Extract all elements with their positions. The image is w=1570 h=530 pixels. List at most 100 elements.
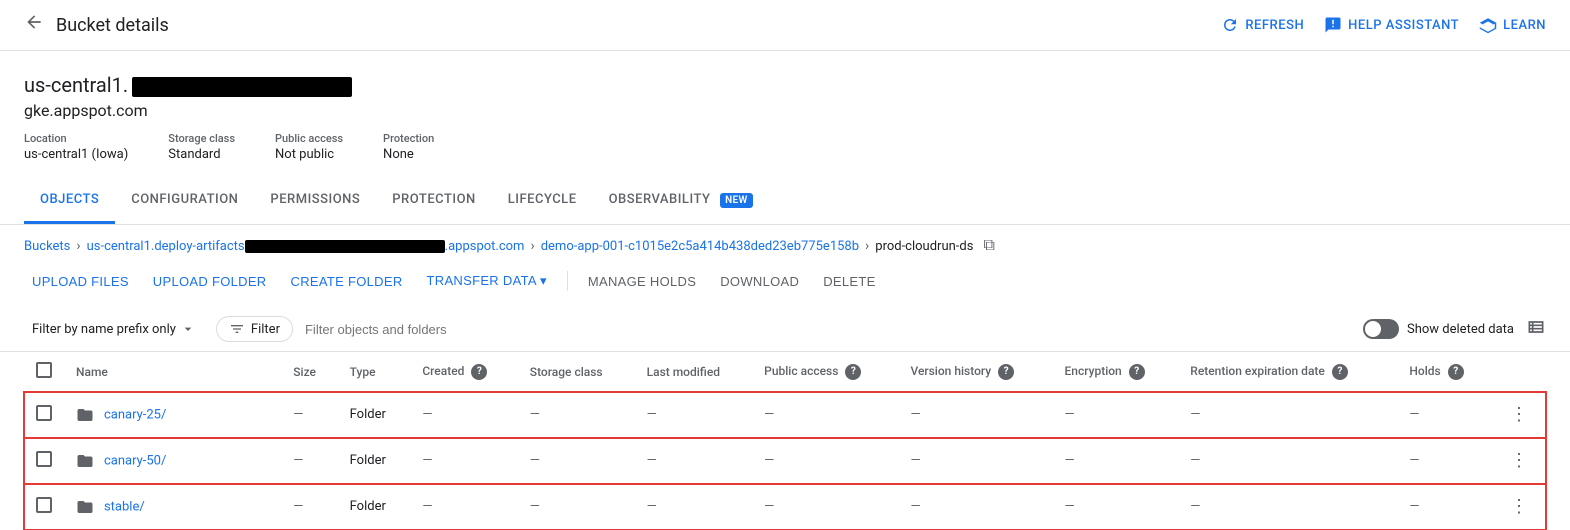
th-holds: Holds ? [1397,352,1492,392]
row-more-button[interactable]: ⋮ [1504,494,1534,519]
th-version-history: Version history ? [898,352,1052,392]
encryption-help-icon[interactable]: ? [1129,364,1145,380]
th-name: Name [64,352,281,392]
download-button[interactable]: DOWNLOAD [712,268,807,295]
refresh-button[interactable]: REFRESH [1221,16,1304,34]
row-holds: — [1397,438,1492,484]
table-header-row: Name Size Type Created ? Storage class L… [24,352,1546,392]
breadcrumb-buckets[interactable]: Buckets [24,239,70,254]
row-name: canary-50/ [64,438,281,484]
copy-path-button[interactable]: ⧉ [979,237,998,255]
meta-storage-class: Storage class Standard [168,132,235,162]
row-name: canary-25/ [64,392,281,438]
filter-dropdown[interactable]: Filter by name prefix only [24,315,204,343]
row-checkbox-cell [24,438,64,484]
tab-objects[interactable]: OBJECTS [24,178,115,224]
meta-location-label: Location [24,132,128,145]
tab-lifecycle[interactable]: LIFECYCLE [492,178,593,224]
meta-storage-class-label: Storage class [168,132,235,145]
row-name-link[interactable]: canary-50/ [104,453,166,468]
breadcrumb-redacted [245,240,445,253]
dropdown-arrow-icon [180,321,196,337]
breadcrumb-bucket-name[interactable]: us-central1.deploy-artifacts.appspot.com [87,239,525,254]
meta-public-access: Public access Not public [275,132,343,162]
row-encryption: — [1053,438,1179,484]
header-checkbox[interactable] [36,362,52,378]
breadcrumb-sep-2: › [530,238,534,254]
holds-help-icon[interactable]: ? [1448,364,1464,380]
table-row: canary-50/ — Folder — — — — — — — — ⋮ [24,438,1546,484]
meta-public-access-value: Not public [275,147,334,162]
row-last-modified: — [635,438,753,484]
row-retention: — [1178,392,1397,438]
row-name-link[interactable]: canary-25/ [104,407,166,422]
row-storage-class: — [518,392,635,438]
refresh-label: REFRESH [1245,18,1304,33]
breadcrumb-demo-app[interactable]: demo-app-001-c1015e2c5a414b438ded23eb775… [541,239,859,254]
meta-storage-class-value: Standard [168,147,220,162]
learn-button[interactable]: LEARN [1479,16,1546,34]
created-help-icon[interactable]: ? [471,364,487,380]
transfer-data-button[interactable]: TRANSFER DATA [419,267,555,295]
manage-holds-button[interactable]: MANAGE HOLDS [580,268,704,295]
row-checkbox[interactable] [36,497,52,513]
bucket-domain: gke.appspot.com [24,101,1546,120]
row-type: Folder [338,438,411,484]
row-last-modified: — [635,392,753,438]
row-name-link[interactable]: stable/ [104,499,145,514]
th-public-access: Public access ? [752,352,898,392]
version-history-help-icon[interactable]: ? [998,364,1014,380]
back-button[interactable] [24,12,44,38]
filter-chip[interactable]: Filter [216,316,293,342]
row-checkbox-cell [24,392,64,438]
folder-icon [76,497,98,516]
row-retention: — [1178,438,1397,484]
upload-folder-button[interactable]: UPLOAD FOLDER [145,268,275,295]
tabs: OBJECTS CONFIGURATION PERMISSIONS PROTEC… [0,178,1570,225]
breadcrumb-sep-1: › [76,238,80,254]
upload-files-button[interactable]: UPLOAD FILES [24,268,137,295]
objects-table-container: Name Size Type Created ? Storage class L… [0,352,1570,530]
bucket-name-redacted [132,77,352,97]
row-version-history: — [898,392,1052,438]
row-checkbox[interactable] [36,451,52,467]
row-size: — [281,392,337,438]
th-last-modified: Last modified [635,352,753,392]
tab-observability[interactable]: OBSERVABILITY NEW [593,178,769,224]
folder-icon [76,451,98,470]
row-encryption: — [1053,392,1179,438]
row-more-button[interactable]: ⋮ [1504,448,1534,473]
objects-table: Name Size Type Created ? Storage class L… [24,352,1546,530]
help-assistant-label: HELP ASSISTANT [1348,18,1459,33]
bucket-name: us-central1. [24,71,1546,99]
filter-input[interactable] [305,322,1351,337]
show-deleted-label: Show deleted data [1407,322,1514,337]
columns-icon[interactable] [1526,317,1546,342]
new-badge: NEW [720,193,752,208]
show-deleted-toggle[interactable] [1363,319,1399,339]
help-assistant-button[interactable]: HELP ASSISTANT [1324,16,1459,34]
tab-protection[interactable]: PROTECTION [376,178,491,224]
show-deleted-toggle-wrap: Show deleted data [1363,319,1514,339]
create-folder-button[interactable]: CREATE FOLDER [283,268,411,295]
public-access-help-icon[interactable]: ? [845,364,861,380]
row-holds: — [1397,392,1492,438]
filter-chip-label: Filter [251,322,280,337]
row-checkbox[interactable] [36,405,52,421]
row-size: — [281,438,337,484]
meta-protection-value: None [383,147,414,162]
toggle-knob [1365,321,1381,337]
delete-button[interactable]: DELETE [815,268,883,295]
row-storage-class: — [518,438,635,484]
tab-permissions[interactable]: PERMISSIONS [254,178,376,224]
table-row: canary-25/ — Folder — — — — — — — — ⋮ [24,392,1546,438]
row-more-button[interactable]: ⋮ [1504,402,1534,427]
th-size: Size [281,352,337,392]
table-body: canary-25/ — Folder — — — — — — — — ⋮ ca… [24,392,1546,530]
meta-public-access-label: Public access [275,132,343,145]
row-created: — [410,438,517,484]
retention-help-icon[interactable]: ? [1332,364,1348,380]
bucket-meta: Location us-central1 (Iowa) Storage clas… [24,132,1546,162]
th-storage-class: Storage class [518,352,635,392]
tab-configuration[interactable]: CONFIGURATION [115,178,254,224]
